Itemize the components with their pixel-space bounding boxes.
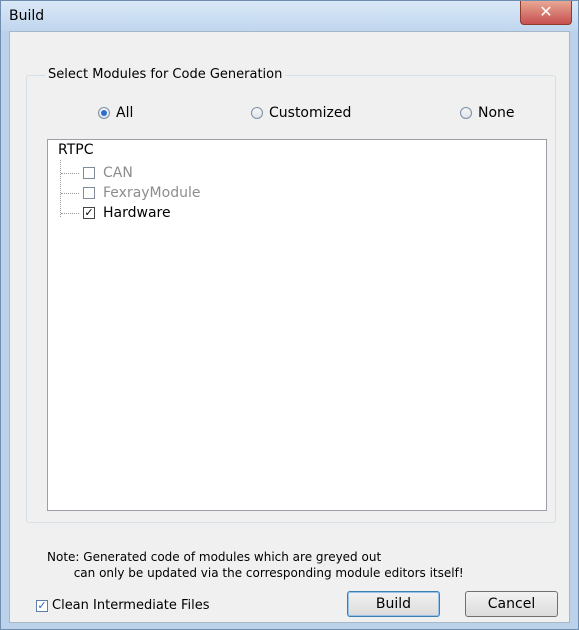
tree-item-label: CAN (103, 165, 133, 181)
note-line-2: can only be updated via the correspondin… (47, 566, 464, 580)
radio-all[interactable]: All (98, 105, 133, 121)
build-dialog: Build ✕ Select Modules for Code Generati… (0, 0, 579, 630)
tree-item-can[interactable]: CAN (61, 164, 133, 182)
radio-all-label: All (116, 105, 134, 121)
fexraymodule-checkbox[interactable] (83, 187, 95, 199)
tree-item-hardware[interactable]: ✓ Hardware (61, 204, 171, 222)
tree-item-fexraymodule[interactable]: FexrayModule (61, 184, 200, 202)
cancel-button[interactable]: Cancel (465, 591, 558, 617)
title-bar[interactable]: Build ✕ (1, 1, 578, 31)
radio-button[interactable] (460, 107, 472, 119)
module-tree[interactable]: RTPC CAN FexrayModule ✓ Hardware (47, 139, 547, 511)
build-button[interactable]: Build (347, 591, 440, 617)
close-button[interactable]: ✕ (520, 1, 572, 25)
tree-item-label: FexrayModule (103, 185, 201, 201)
radio-none-label: None (478, 105, 515, 121)
group-title: Select Modules for Code Generation (45, 67, 286, 82)
tree-connector (61, 172, 79, 174)
note-text: Note: Generated code of modules which ar… (47, 549, 464, 581)
radio-customized-label: Customized (269, 105, 352, 121)
radio-button-checked[interactable] (98, 107, 110, 119)
tree-connector (61, 192, 79, 194)
clean-files-checkbox[interactable]: ✓ (36, 599, 48, 612)
tree-root-label[interactable]: RTPC (58, 142, 93, 158)
note-line-1: Note: Generated code of modules which ar… (47, 550, 382, 564)
tree-item-label: Hardware (103, 205, 171, 221)
radio-none[interactable]: None (460, 105, 515, 121)
hardware-checkbox[interactable]: ✓ (83, 207, 95, 219)
clean-intermediate-files-option[interactable]: ✓ Clean Intermediate Files (36, 598, 210, 613)
radio-button[interactable] (251, 107, 263, 119)
can-checkbox[interactable] (83, 167, 95, 179)
clean-files-label: Clean Intermediate Files (52, 598, 210, 613)
tree-connector (61, 212, 79, 214)
window-title: Build (9, 8, 45, 24)
radio-customized[interactable]: Customized (251, 105, 351, 121)
